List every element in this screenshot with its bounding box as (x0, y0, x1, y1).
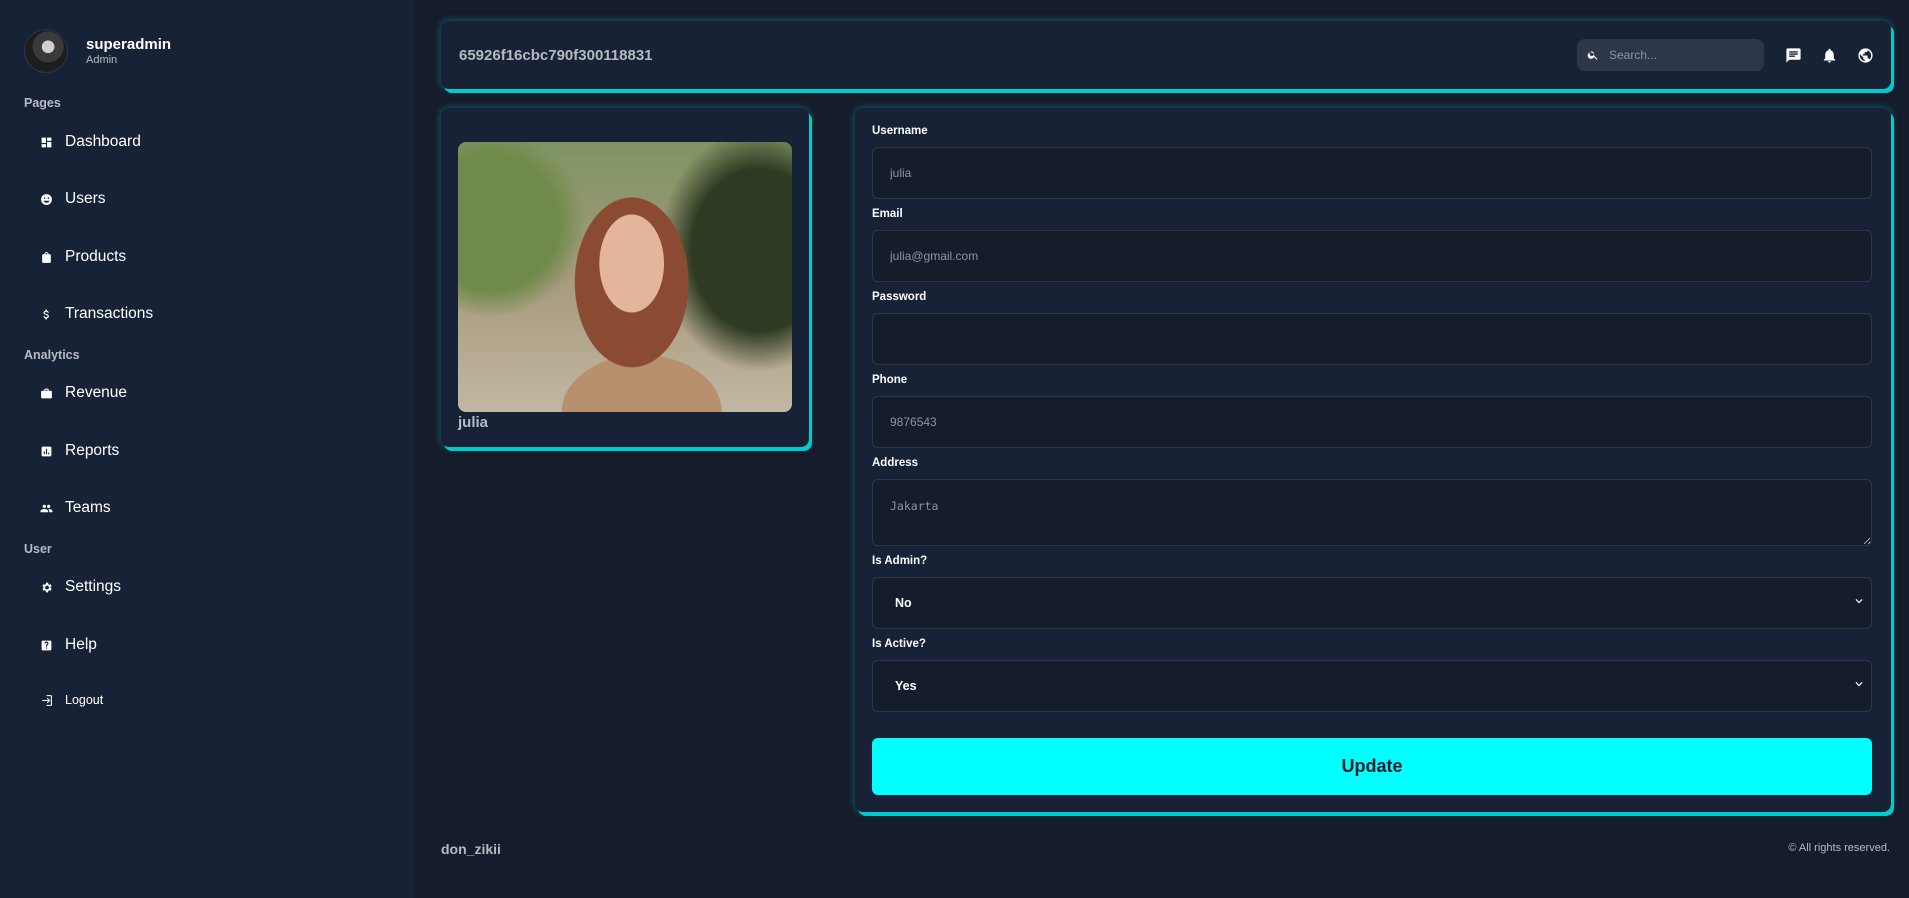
sidebar-item-reports[interactable]: Reports (40, 437, 380, 465)
sidebar-item-dashboard[interactable]: Dashboard (40, 128, 380, 156)
chevron-down-icon (1852, 677, 1866, 696)
logout-label: Logout (65, 693, 104, 707)
sidebar-item-label: Settings (65, 578, 122, 595)
email-field[interactable] (872, 230, 1872, 282)
is-active-select[interactable]: Yes (872, 660, 1872, 712)
sidebar-item-label: Help (65, 636, 97, 653)
help-icon (40, 639, 65, 652)
logout-button[interactable]: Logout (40, 686, 380, 714)
user-image-card: julia (441, 108, 809, 447)
search-icon (1587, 49, 1599, 61)
shopping-bag-icon (40, 251, 65, 264)
phone-label: Phone (872, 374, 908, 386)
sidebar-item-label: Transactions (65, 305, 154, 322)
search-input[interactable] (1609, 48, 1759, 62)
password-field[interactable] (872, 313, 1872, 365)
topbar: 65926f16cbc790f300118831 (441, 21, 1891, 89)
sidebar-item-users[interactable]: Users (40, 185, 380, 213)
is-active-label: Is Active? (872, 638, 926, 650)
is-active-value: Yes (895, 679, 917, 693)
is-admin-select[interactable]: No (872, 577, 1872, 629)
is-admin-value: No (895, 596, 912, 610)
sidebar-item-label: Reports (65, 442, 120, 459)
user-caption: julia (458, 414, 489, 431)
dashboard-icon (40, 136, 65, 149)
sidebar-item-help[interactable]: Help (40, 631, 380, 659)
page-title: 65926f16cbc790f300118831 (459, 47, 653, 64)
user-edit-form: Username Email Password Phone Address Is… (855, 108, 1891, 812)
avatar (24, 29, 68, 73)
sidebar-item-label: Users (65, 190, 106, 207)
profile-role: Admin (86, 53, 118, 66)
address-label: Address (872, 457, 919, 469)
gear-icon (40, 581, 65, 594)
dollar-icon (40, 308, 65, 321)
section-title-analytics: Analytics (24, 348, 80, 362)
search-box (1577, 39, 1764, 71)
sidebar-item-label: Products (65, 248, 127, 265)
section-title-user: User (24, 542, 52, 556)
users-icon (40, 193, 65, 206)
sidebar-item-label: Revenue (65, 384, 128, 401)
footer-brand: don_zikii (441, 841, 501, 857)
username-label: Username (872, 125, 928, 137)
phone-field[interactable] (872, 396, 1872, 448)
profile-text: superadmin Admin (86, 36, 171, 67)
footer-copyright: © All rights reserved. (1788, 842, 1890, 854)
sidebar-item-label: Teams (65, 499, 111, 516)
people-icon (40, 502, 65, 515)
bell-icon[interactable] (1819, 45, 1839, 65)
sidebar-item-transactions[interactable]: Transactions (40, 300, 380, 328)
profile-name: superadmin (86, 35, 172, 53)
sidebar-item-products[interactable]: Products (40, 243, 380, 271)
logout-icon (40, 694, 65, 707)
globe-icon[interactable] (1855, 45, 1875, 65)
sidebar-item-label: Dashboard (65, 133, 141, 150)
user-profile: superadmin Admin (24, 29, 171, 73)
chevron-down-icon (1852, 594, 1866, 613)
username-field[interactable] (872, 147, 1872, 199)
update-button[interactable]: Update (872, 738, 1872, 795)
sidebar-item-settings[interactable]: Settings (40, 573, 380, 601)
section-title-pages: Pages (24, 96, 61, 110)
address-field[interactable] (872, 479, 1872, 546)
sidebar-item-revenue[interactable]: Revenue (40, 379, 380, 407)
analytics-icon (40, 445, 65, 458)
chat-icon[interactable] (1783, 45, 1803, 65)
email-label: Email (872, 208, 903, 220)
sidebar-item-teams[interactable]: Teams (40, 494, 380, 522)
is-admin-label: Is Admin? (872, 555, 928, 567)
user-photo (458, 142, 792, 412)
briefcase-icon (40, 387, 65, 400)
sidebar: superadmin Admin Pages Dashboard Users P… (0, 0, 414, 898)
password-label: Password (872, 291, 927, 303)
